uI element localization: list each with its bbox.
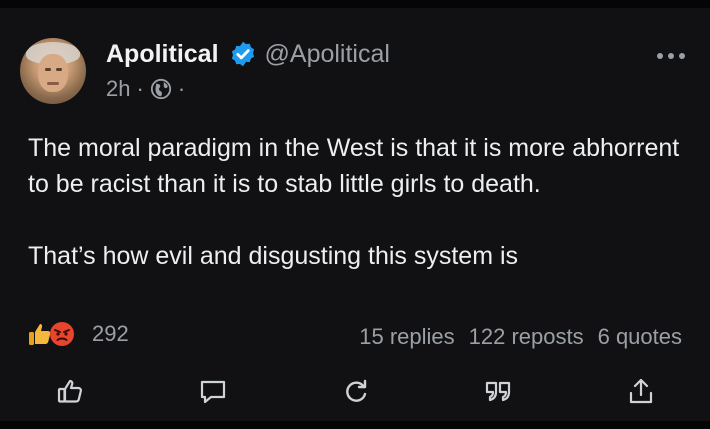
repost-icon bbox=[346, 379, 367, 402]
post-paragraph: That’s how evil and disgusting this syst… bbox=[28, 242, 519, 270]
globe-icon bbox=[150, 78, 172, 100]
author-row: Apolitical @Apolitical bbox=[106, 38, 390, 70]
more-dots-icon[interactable] bbox=[656, 48, 686, 59]
like-button[interactable] bbox=[55, 376, 85, 406]
avatar-eye bbox=[45, 68, 51, 71]
reaction-count: 292 bbox=[92, 321, 129, 346]
meta-separator: · bbox=[136, 76, 144, 101]
repost-button[interactable] bbox=[341, 376, 371, 406]
share-icon bbox=[629, 378, 653, 404]
quote-button[interactable] bbox=[483, 376, 513, 406]
verified-check-icon bbox=[229, 40, 257, 68]
author-handle[interactable]: @Apolitical bbox=[265, 40, 390, 69]
replies-count[interactable]: 15 replies bbox=[359, 324, 454, 350]
avatar[interactable] bbox=[20, 38, 86, 104]
reactions-summary[interactable]: 292 bbox=[26, 320, 129, 348]
post-time[interactable]: 2h bbox=[106, 76, 130, 102]
post-body: The moral paradigm in the West is that i… bbox=[28, 130, 688, 274]
comment-button[interactable] bbox=[198, 376, 228, 406]
quotes-count[interactable]: 6 quotes bbox=[598, 324, 682, 350]
share-button[interactable] bbox=[626, 376, 656, 406]
angry-face-emoji-icon bbox=[48, 320, 76, 348]
meta-separator: · bbox=[177, 76, 186, 101]
reposts-count[interactable]: 122 reposts bbox=[469, 324, 584, 350]
post-stats: 15 replies 122 reposts 6 quotes bbox=[359, 324, 682, 350]
author-name[interactable]: Apolitical bbox=[106, 40, 219, 69]
avatar-eye bbox=[56, 68, 62, 71]
post-header: Apolitical @Apolitical 2h · · bbox=[106, 38, 390, 102]
post-meta: 2h · · bbox=[106, 76, 390, 102]
avatar-face bbox=[38, 54, 68, 92]
post-paragraph: The moral paradigm in the West is that i… bbox=[28, 134, 680, 198]
thumbs-up-icon bbox=[57, 379, 82, 403]
comment-bubble-icon bbox=[200, 380, 226, 404]
avatar-mouth bbox=[47, 82, 59, 85]
quote-icon bbox=[485, 381, 511, 402]
action-bar bbox=[0, 372, 710, 412]
post-card: Apolitical @Apolitical 2h · · The moral … bbox=[0, 0, 710, 429]
